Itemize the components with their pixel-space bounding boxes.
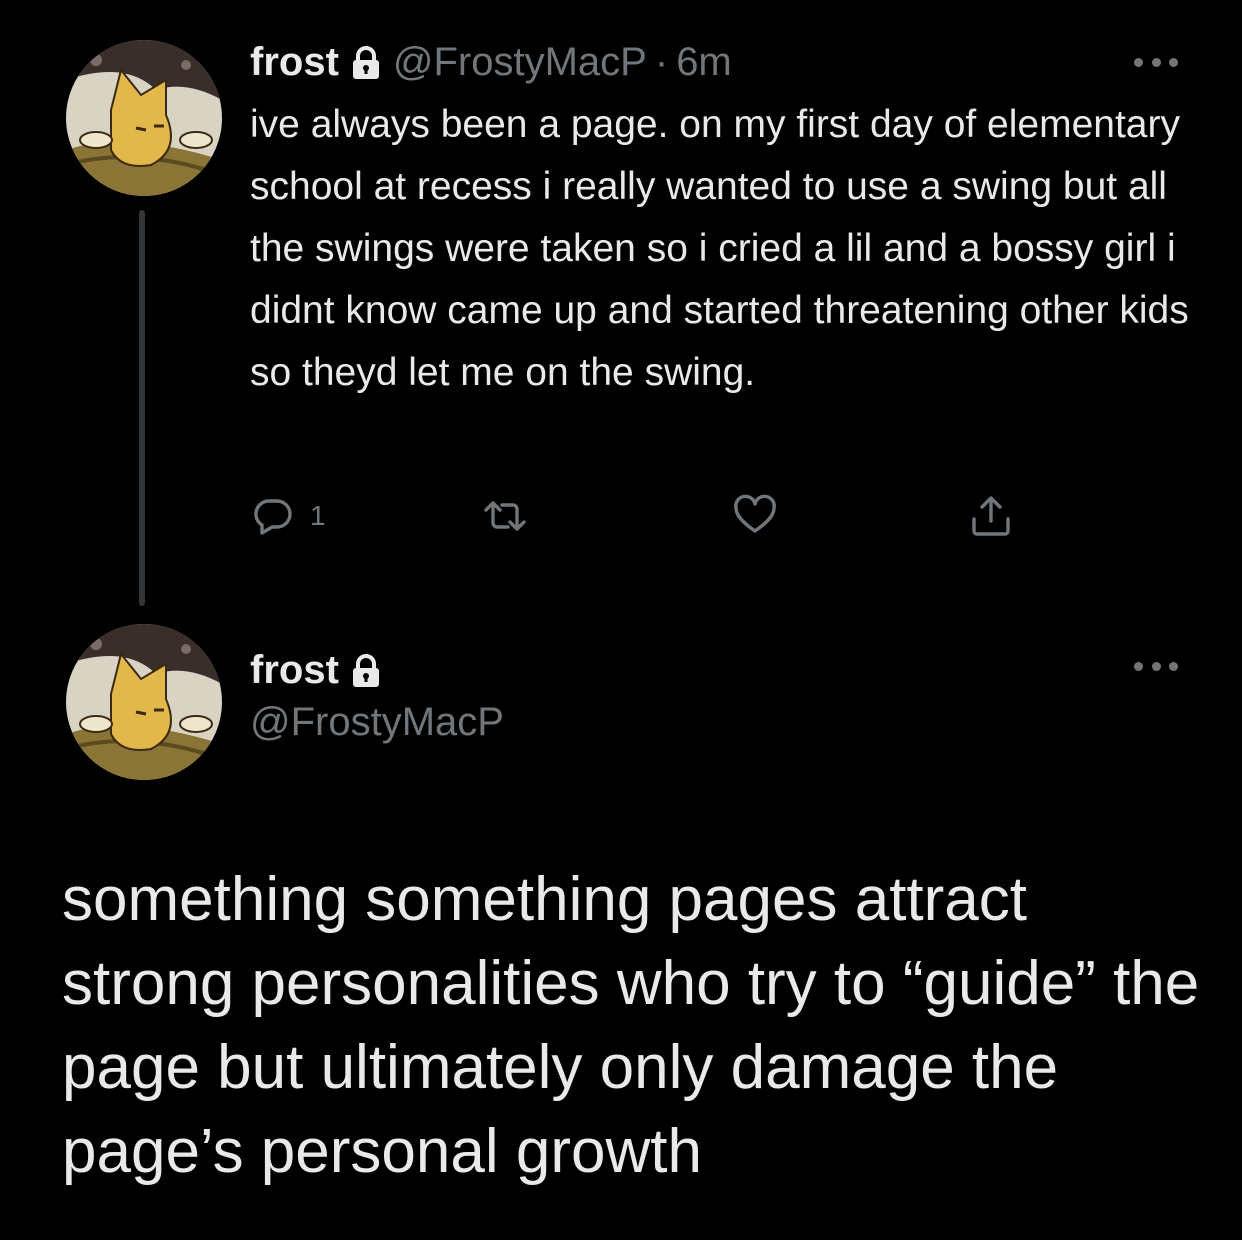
reply-icon	[254, 499, 292, 535]
retweet-button[interactable]	[482, 488, 528, 544]
reply-button[interactable]: 1	[250, 488, 326, 544]
share-icon	[972, 496, 1010, 536]
tweet-header: frost	[250, 642, 393, 698]
tweet-actions: 1	[250, 488, 1050, 544]
like-button[interactable]	[732, 488, 778, 544]
tweet-header: frost @FrostyMacP · 6m	[250, 36, 732, 88]
display-name[interactable]: frost	[250, 40, 339, 85]
tweet-text: ive always been a page. on my first day …	[250, 103, 1189, 394]
avatar[interactable]	[66, 624, 222, 780]
more-icon[interactable]	[1134, 660, 1178, 672]
separator: ·	[654, 39, 669, 84]
lock-icon	[351, 653, 381, 687]
like-icon	[734, 494, 776, 533]
share-button[interactable]	[968, 488, 1014, 544]
timestamp[interactable]: 6m	[676, 40, 732, 85]
lock-icon	[351, 45, 381, 79]
display-name[interactable]: frost	[250, 648, 339, 693]
retweet-icon	[484, 501, 526, 531]
reply-count: 1	[310, 500, 326, 531]
thread-line	[139, 210, 145, 606]
tweet-text: something something pages attract strong…	[62, 865, 1200, 1186]
handle[interactable]: @FrostyMacP	[393, 40, 647, 85]
handle[interactable]: @FrostyMacP	[250, 700, 504, 745]
more-icon[interactable]	[1134, 56, 1178, 68]
avatar[interactable]	[66, 40, 222, 196]
